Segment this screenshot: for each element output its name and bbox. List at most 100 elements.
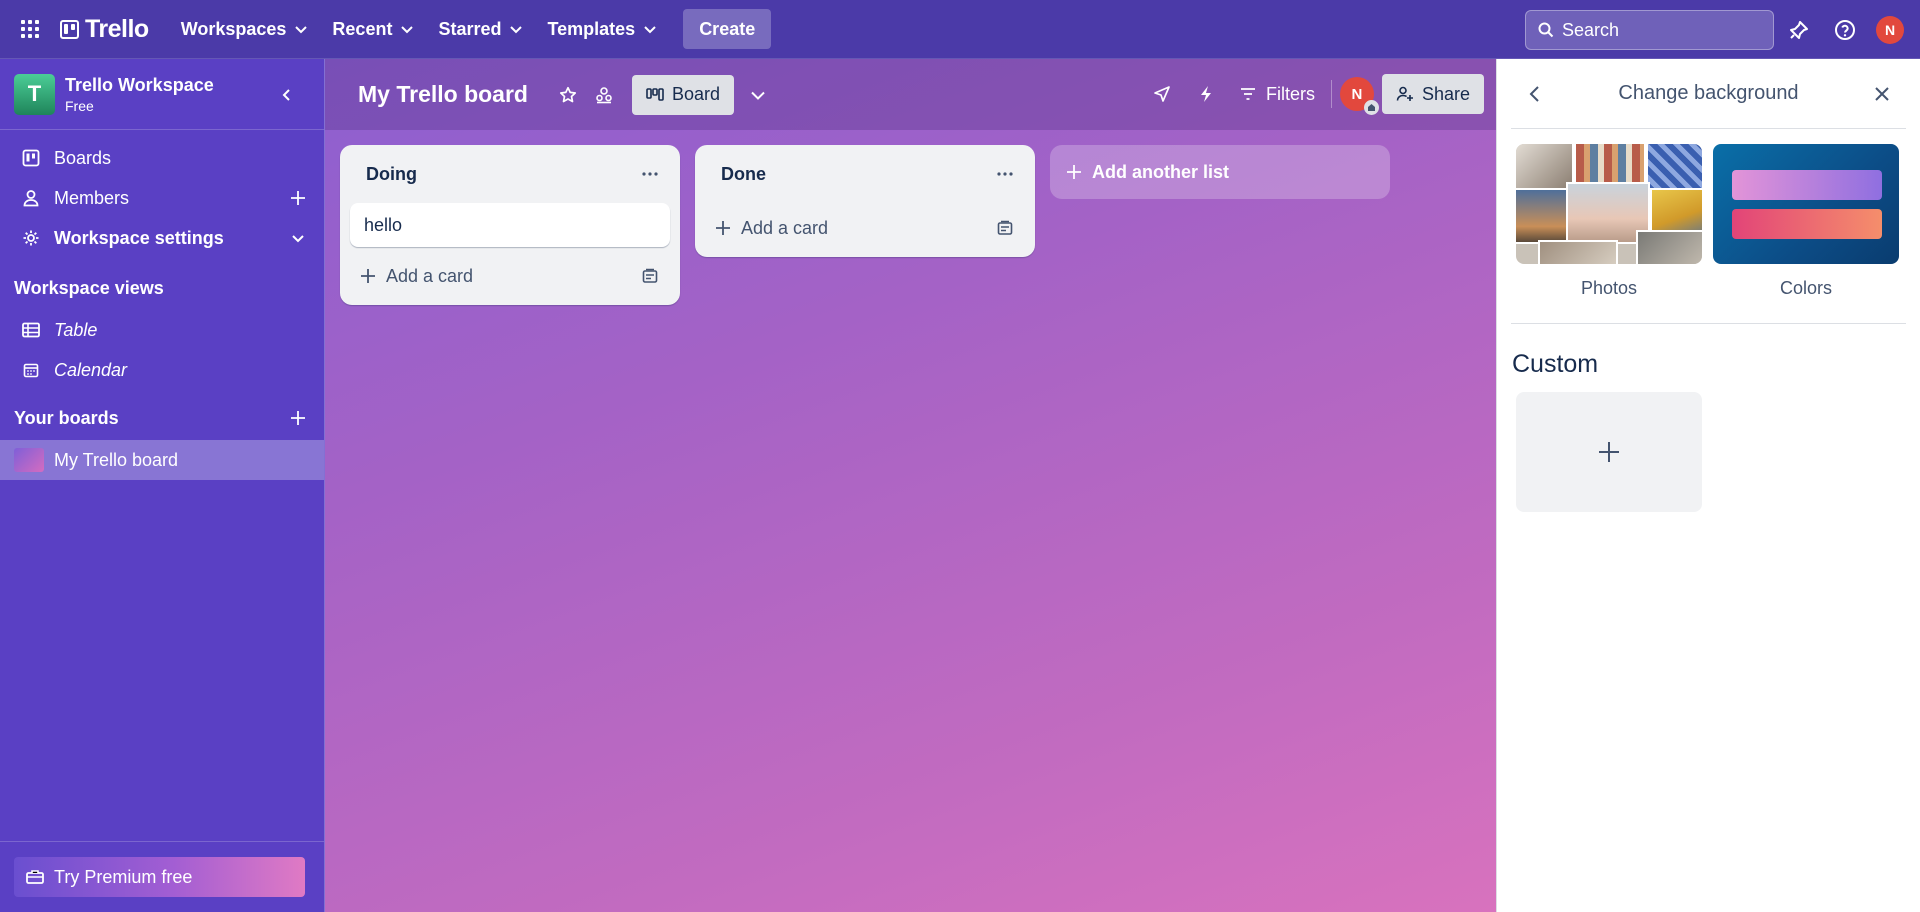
- photo-cat-image: [1636, 230, 1702, 264]
- sidebar-item-label: Table: [54, 319, 98, 340]
- list-menu-icon[interactable]: [991, 160, 1019, 188]
- board-view-button[interactable]: Board: [631, 74, 735, 115]
- board-header-actions: Filters N Share: [1144, 74, 1484, 115]
- create-button[interactable]: Create: [683, 9, 772, 49]
- color-swatch-pink: [1732, 209, 1882, 239]
- add-list-label: Add another list: [1092, 161, 1230, 182]
- try-premium-button[interactable]: Try Premium free: [14, 857, 305, 897]
- chevron-down-icon[interactable]: [286, 226, 310, 250]
- chevron-down-icon: [295, 26, 308, 34]
- search-input[interactable]: [1562, 19, 1752, 41]
- top-navigation-bar: Trello Workspaces Recent Starred Templat…: [0, 0, 1920, 59]
- photo-rocks-image: [1538, 240, 1618, 264]
- card-template-icon[interactable]: [995, 218, 1015, 238]
- nav-workspaces-label: Workspaces: [180, 18, 287, 39]
- plus-icon: [716, 221, 730, 235]
- sidebar-item-calendar[interactable]: Calendar: [0, 350, 324, 390]
- nav-workspaces-dropdown[interactable]: Workspaces: [169, 11, 321, 47]
- workspace-views-heading: Workspace views: [14, 277, 164, 298]
- panel-header: Change background: [1511, 59, 1906, 129]
- list-title[interactable]: Doing: [366, 164, 417, 185]
- board-view-label: Board: [671, 84, 721, 104]
- add-another-list-button[interactable]: Add another list: [1050, 145, 1390, 199]
- list-menu-icon[interactable]: [636, 160, 664, 188]
- calendar-icon: [20, 362, 42, 378]
- list-doing: Doing hello Add a card: [340, 145, 680, 305]
- nav-recent-dropdown[interactable]: Recent: [320, 11, 426, 47]
- trello-logo[interactable]: Trello: [56, 11, 153, 47]
- add-card-button[interactable]: Add a card: [695, 199, 1035, 257]
- card[interactable]: hello: [350, 203, 670, 247]
- share-label: Share: [1421, 83, 1470, 104]
- help-icon[interactable]: [1827, 12, 1863, 48]
- sidebar-board-label: My Trello board: [54, 449, 179, 470]
- list-title[interactable]: Done: [721, 164, 766, 185]
- workspace-plan: Free: [65, 97, 94, 114]
- add-card-label: Add a card: [386, 265, 474, 286]
- list-header: Done: [695, 145, 1035, 203]
- power-ups-icon[interactable]: [1144, 76, 1180, 112]
- filter-icon: [1240, 88, 1255, 100]
- workspace-name[interactable]: Trello Workspace: [65, 75, 214, 96]
- sidebar-item-boards[interactable]: Boards: [0, 138, 324, 178]
- sidebar-item-table[interactable]: Table: [0, 310, 324, 350]
- photo-van-image: [1650, 188, 1702, 236]
- sidebar-item-members[interactable]: Members: [0, 178, 324, 218]
- chevron-down-icon: [401, 26, 414, 34]
- colors-label: Colors: [1779, 278, 1832, 298]
- plus-icon: [361, 269, 375, 283]
- add-card-button[interactable]: Add a card: [340, 247, 680, 305]
- add-member-icon[interactable]: [286, 186, 310, 210]
- board-canvas: My Trello board Board Filters N Share Do…: [325, 59, 1496, 912]
- photos-label: Photos: [1580, 278, 1638, 298]
- custom-heading: Custom: [1512, 350, 1599, 378]
- board-thumbnail: [14, 448, 44, 472]
- notifications-icon[interactable]: [1781, 12, 1817, 48]
- board-header: My Trello board Board Filters N Share: [325, 59, 1496, 130]
- views-dropdown-chevron-down-icon[interactable]: [740, 77, 776, 113]
- nav-starred-label: Starred: [438, 18, 502, 39]
- list-done: Done Add a card: [695, 145, 1035, 257]
- try-premium-label: Try Premium free: [54, 866, 193, 887]
- share-button[interactable]: Share: [1381, 74, 1484, 114]
- automation-icon[interactable]: [1188, 76, 1224, 112]
- search-box[interactable]: [1525, 10, 1774, 50]
- colors-option[interactable]: Colors: [1713, 144, 1899, 299]
- sidebar: T Trello Workspace Free Boards Members W…: [0, 59, 325, 912]
- photos-option[interactable]: Photos: [1516, 144, 1702, 299]
- person-icon: [20, 189, 42, 207]
- sidebar-item-label: Boards: [54, 147, 112, 168]
- plus-icon: [1067, 165, 1081, 179]
- visibility-icon[interactable]: [586, 77, 622, 113]
- user-avatar[interactable]: N: [1876, 16, 1904, 44]
- table-icon: [20, 322, 42, 338]
- board-member-avatar[interactable]: N: [1339, 77, 1379, 115]
- header-divider: [1330, 80, 1332, 108]
- search-icon: [1538, 22, 1554, 38]
- add-board-icon[interactable]: [286, 406, 310, 430]
- board-title[interactable]: My Trello board: [358, 81, 528, 108]
- chevron-left-icon: [282, 89, 290, 101]
- filters-button[interactable]: Filters: [1232, 76, 1323, 112]
- premium-icon: [26, 870, 44, 884]
- close-icon[interactable]: [1868, 80, 1896, 108]
- chevron-down-icon: [510, 26, 523, 34]
- colors-thumbnail[interactable]: [1713, 144, 1899, 264]
- sidebar-board-my-trello-board[interactable]: My Trello board: [0, 440, 324, 480]
- color-swatch-purple: [1732, 170, 1882, 200]
- card-template-icon[interactable]: [640, 266, 660, 286]
- collapse-sidebar-button[interactable]: [272, 80, 302, 110]
- sidebar-item-workspace-settings[interactable]: Workspace settings: [0, 218, 324, 258]
- add-person-icon: [1396, 86, 1413, 101]
- photo-sunset-image: [1516, 188, 1570, 244]
- add-custom-background-button[interactable]: [1516, 392, 1702, 512]
- nav-starred-dropdown[interactable]: Starred: [426, 11, 535, 47]
- panel-title: Change background: [1618, 82, 1799, 104]
- star-icon[interactable]: [550, 77, 586, 113]
- back-chevron-left-icon[interactable]: [1521, 80, 1549, 108]
- nav-templates-dropdown[interactable]: Templates: [535, 11, 669, 47]
- photos-thumbnail[interactable]: [1516, 144, 1702, 264]
- add-card-label: Add a card: [741, 217, 829, 238]
- filters-label: Filters: [1265, 83, 1315, 104]
- app-switcher-icon[interactable]: [12, 11, 48, 47]
